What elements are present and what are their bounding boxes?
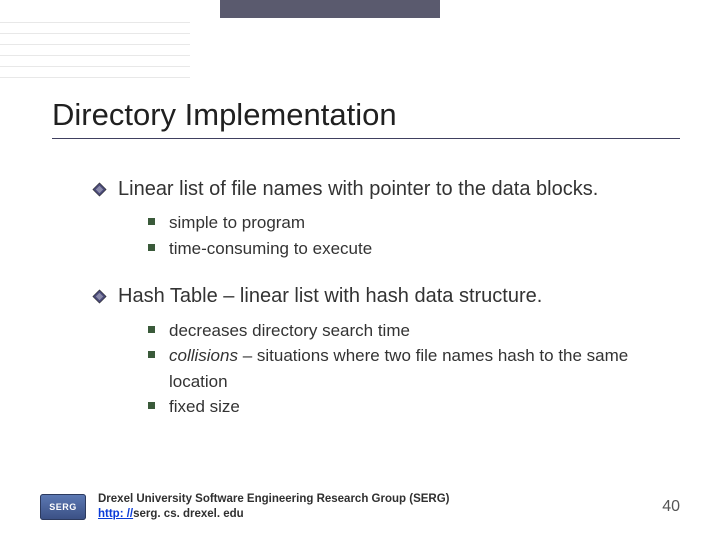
- sub-bullet-list: decreases directory search time collisio…: [148, 318, 670, 420]
- decorative-lines: [0, 22, 190, 88]
- diamond-icon: [92, 289, 107, 304]
- sub-bullet: simple to program: [148, 210, 670, 236]
- footer-org-line: Drexel University Software Engineering R…: [98, 492, 650, 507]
- bullet-level1: Hash Table – linear list with hash data …: [92, 283, 670, 309]
- slide-content: Linear list of file names with pointer t…: [92, 176, 670, 442]
- slide-title: Directory Implementation: [52, 98, 680, 132]
- footer-url-rest: serg. cs. drexel. edu: [133, 508, 244, 520]
- sub-bullet-text: decreases directory search time: [169, 318, 670, 344]
- serg-logo: SERG: [40, 494, 86, 520]
- sub-bullet-rest: – situations where two file names hash t…: [169, 346, 628, 391]
- sub-bullet: fixed size: [148, 394, 670, 420]
- page-number: 40: [662, 498, 680, 516]
- square-icon: [148, 402, 155, 409]
- sub-bullet-text: collisions – situations where two file n…: [169, 343, 670, 394]
- logo-text: SERG: [49, 502, 77, 512]
- square-icon: [148, 218, 155, 225]
- bullet-text: Hash Table – linear list with hash data …: [118, 283, 670, 309]
- title-underline: [52, 138, 680, 139]
- sub-bullet-text: time-consuming to execute: [169, 236, 670, 262]
- italic-term: collisions: [169, 346, 238, 365]
- top-accent-bar: [220, 0, 440, 18]
- bullet-level1: Linear list of file names with pointer t…: [92, 176, 670, 202]
- slide-footer: SERG Drexel University Software Engineer…: [40, 492, 680, 522]
- square-icon: [148, 244, 155, 251]
- bullet-text: Linear list of file names with pointer t…: [118, 176, 670, 202]
- sub-bullet: decreases directory search time: [148, 318, 670, 344]
- footer-url-line: http: //serg. cs. drexel. edu: [98, 507, 650, 522]
- square-icon: [148, 351, 155, 358]
- sub-bullet: time-consuming to execute: [148, 236, 670, 262]
- sub-bullet-text: simple to program: [169, 210, 670, 236]
- sub-bullet: collisions – situations where two file n…: [148, 343, 670, 394]
- sub-bullet-list: simple to program time-consuming to exec…: [148, 210, 670, 261]
- diamond-icon: [92, 182, 107, 197]
- footer-text-block: Drexel University Software Engineering R…: [98, 492, 650, 522]
- square-icon: [148, 326, 155, 333]
- footer-url-link[interactable]: http: //: [98, 508, 133, 520]
- title-block: Directory Implementation: [52, 98, 680, 139]
- sub-bullet-text: fixed size: [169, 394, 670, 420]
